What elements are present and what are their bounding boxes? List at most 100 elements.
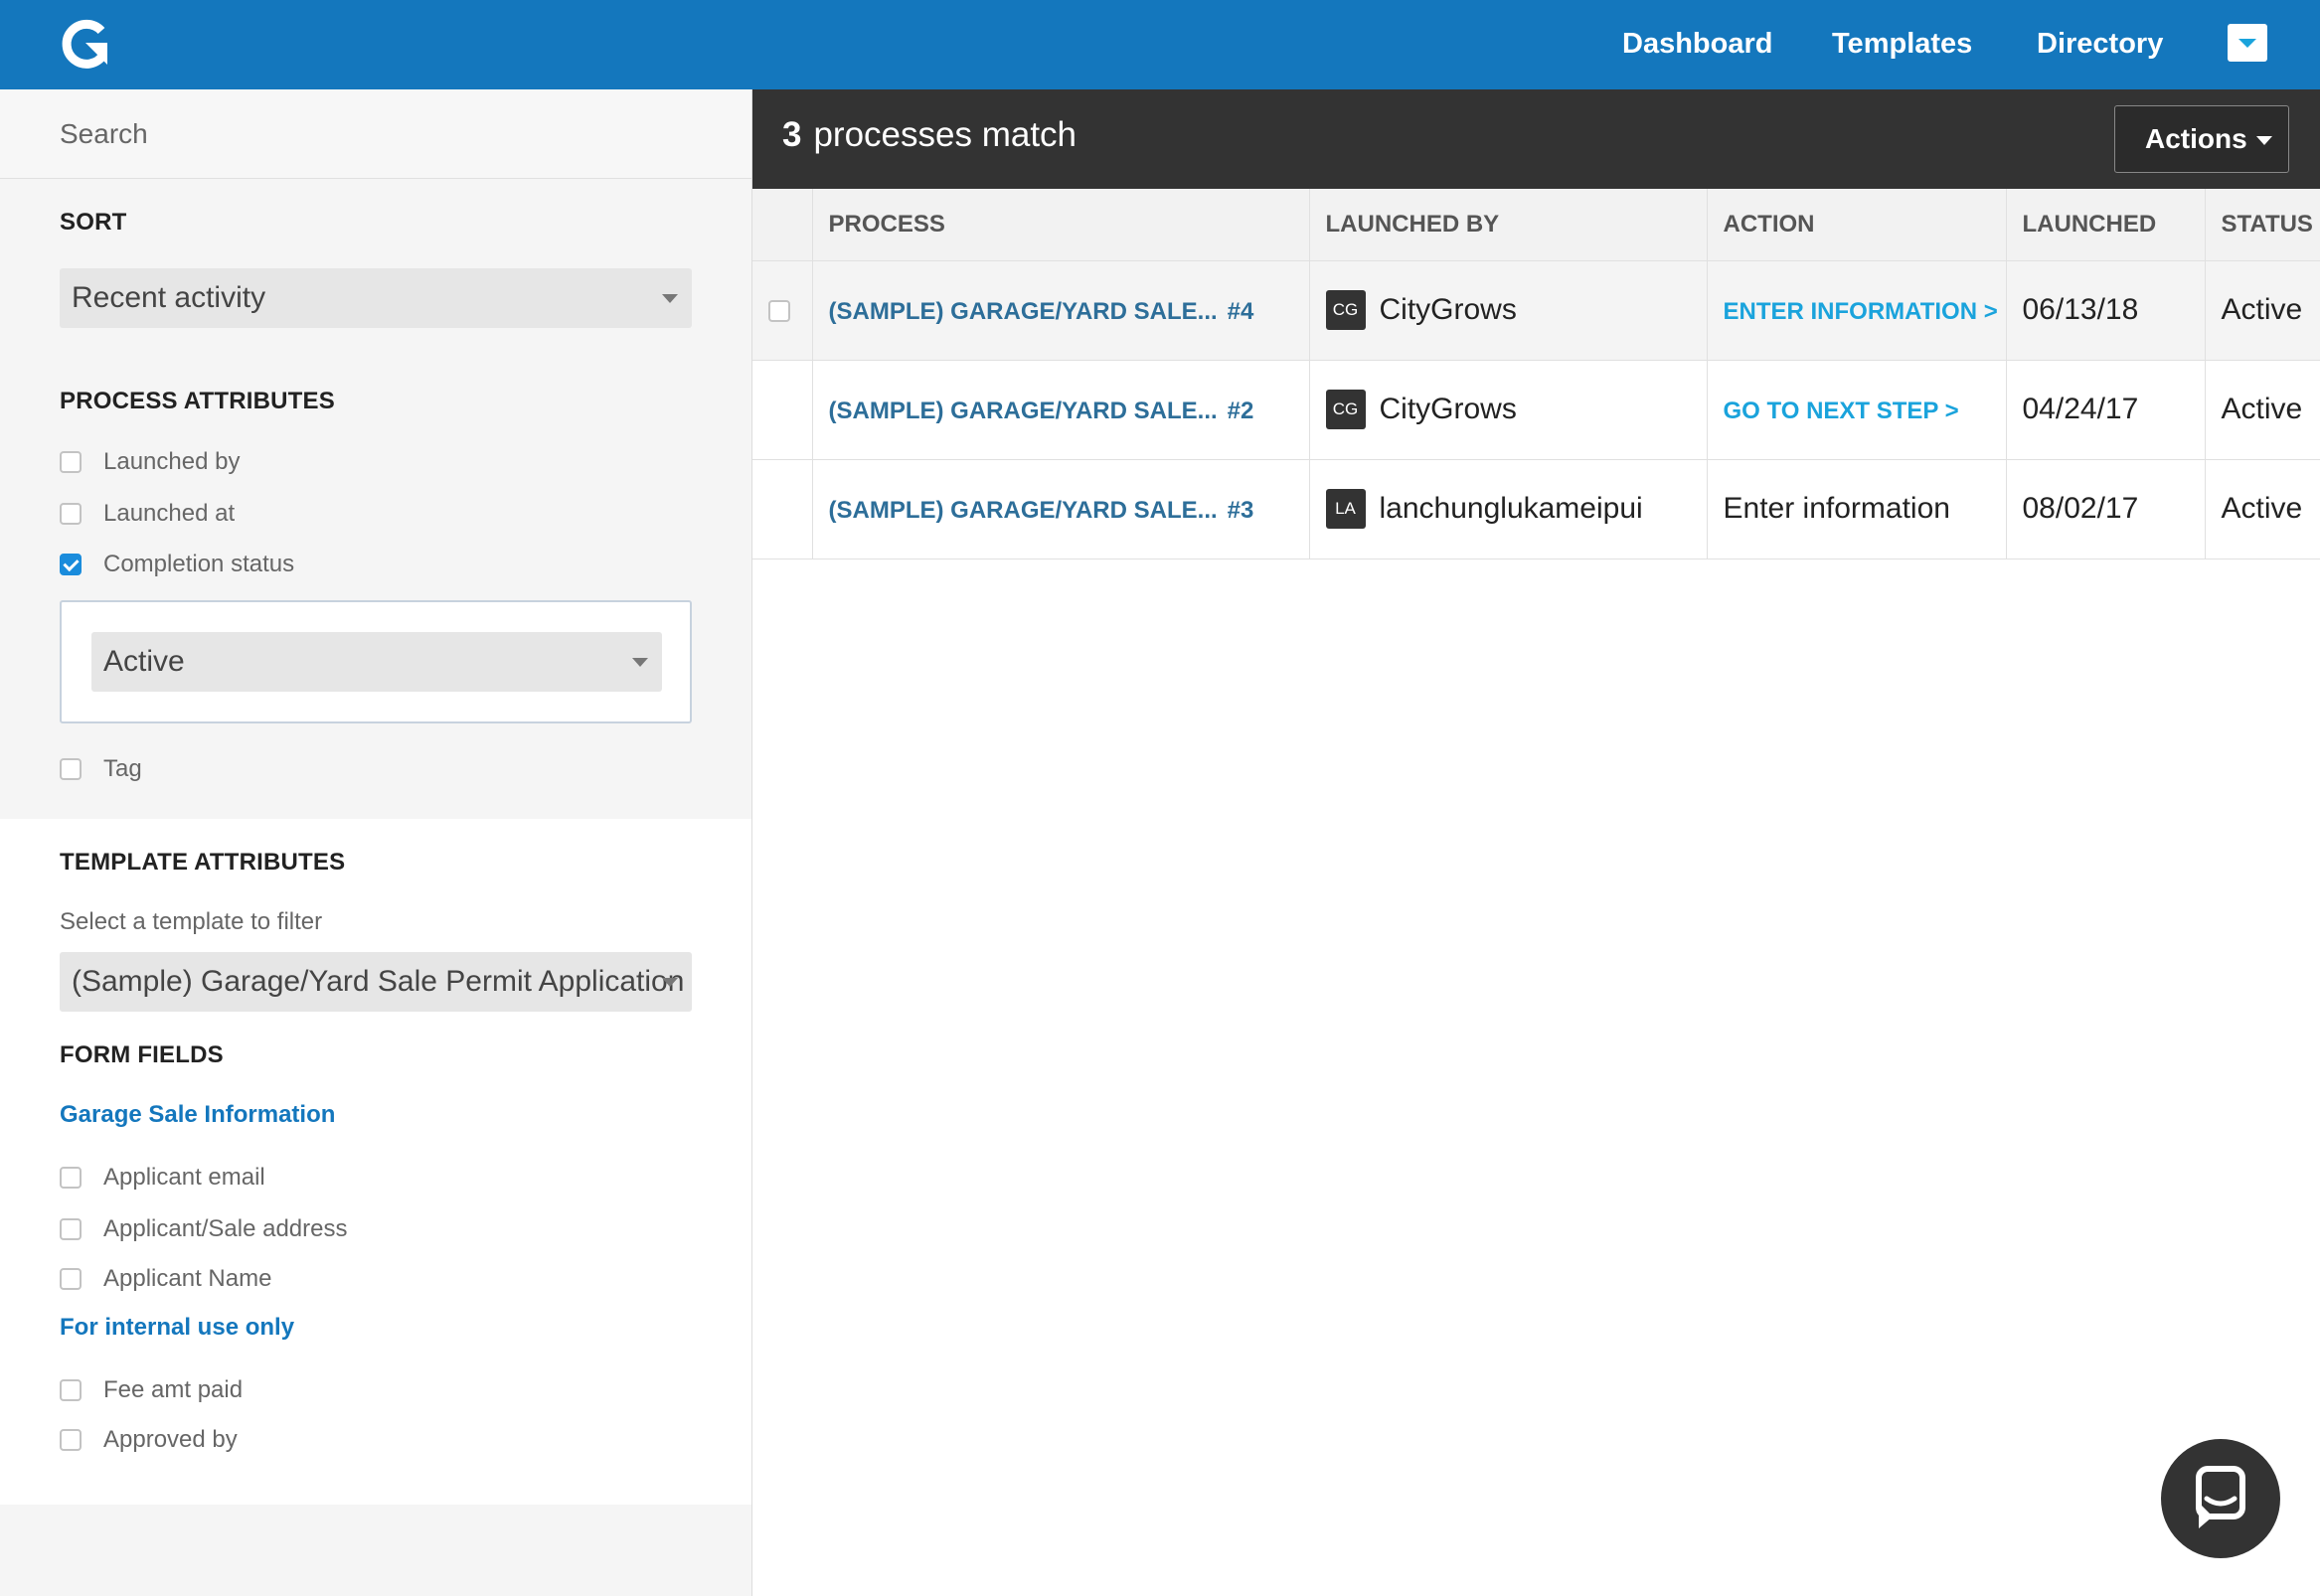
status-text: Active (2205, 360, 2320, 460)
launched-by-cell: CG CityGrows (1309, 360, 1708, 460)
field-approved-by[interactable]: Approved by (60, 1423, 238, 1457)
table-header-row: PROCESS LAUNCHED BY ACTION LAUNCHED STAT… (752, 189, 2320, 261)
field-applicant-address[interactable]: Applicant/Sale address (60, 1212, 347, 1246)
action-text[interactable]: Enter information (1724, 492, 1950, 525)
applicant-email-label: Applicant email (103, 1164, 265, 1191)
launched-by-label: Launched by (103, 448, 241, 475)
chevron-down-icon (662, 978, 678, 987)
match-suffix: processes match (813, 115, 1077, 154)
launched-at-checkbox[interactable] (60, 503, 82, 525)
action-link[interactable]: GO TO NEXT STEP > (1724, 398, 1959, 424)
chevron-down-icon (2256, 136, 2272, 145)
launched-by-column-header[interactable]: LAUNCHED BY (1309, 189, 1708, 261)
fee-amt-paid-checkbox[interactable] (60, 1379, 82, 1401)
status-select-value: Active (103, 645, 185, 678)
results-header: 3 processes match Actions (752, 89, 2320, 189)
garage-sale-information-group[interactable]: Garage Sale Information (60, 1101, 335, 1129)
field-fee-amt-paid[interactable]: Fee amt paid (60, 1373, 243, 1407)
process-column-header[interactable]: PROCESS (812, 189, 1310, 261)
field-applicant-name[interactable]: Applicant Name (60, 1262, 271, 1296)
launched-by-checkbox[interactable] (60, 451, 82, 473)
action-column-header[interactable]: ACTION (1707, 189, 2007, 261)
process-link[interactable]: (SAMPLE) GARAGE/YARD SALE... (829, 398, 1218, 424)
process-attributes-title: PROCESS ATTRIBUTES (60, 388, 335, 414)
field-applicant-email[interactable]: Applicant email (60, 1161, 265, 1195)
launched-date: 04/24/17 (2006, 360, 2206, 460)
filter-sidebar: SORT Recent activity PROCESS ATTRIBUTES … (0, 89, 752, 1596)
process-number[interactable]: #2 (1228, 398, 1254, 424)
approved-by-checkbox[interactable] (60, 1429, 82, 1451)
search-input[interactable] (60, 111, 696, 157)
applicant-email-checkbox[interactable] (60, 1167, 82, 1189)
row-select-cell (752, 459, 813, 559)
applicant-address-checkbox[interactable] (60, 1218, 82, 1240)
process-link[interactable]: (SAMPLE) GARAGE/YARD SALE... (829, 497, 1218, 524)
status-text: Active (2205, 459, 2320, 559)
match-count-text: 3 processes match (782, 115, 1077, 155)
chevron-down-icon (632, 658, 648, 667)
launched-at-label: Launched at (103, 500, 236, 527)
sort-title: SORT (60, 209, 127, 236)
table-row[interactable]: (SAMPLE) GARAGE/YARD SALE... #2 CG CityGro… (752, 360, 2320, 460)
tag-label: Tag (103, 755, 142, 782)
action-cell: Enter information (1707, 459, 2007, 559)
search-bar (0, 89, 751, 179)
template-select-value: (Sample) Garage/Yard Sale Permit Applica… (72, 965, 685, 998)
process-link[interactable]: (SAMPLE) GARAGE/YARD SALE... (829, 298, 1218, 325)
table-row[interactable]: (SAMPLE) GARAGE/YARD SALE... #3 LA lanchun… (752, 459, 2320, 559)
applicant-name-label: Applicant Name (103, 1265, 272, 1292)
chevron-down-icon (2238, 39, 2256, 48)
actions-label: Actions (2145, 123, 2247, 154)
process-number[interactable]: #4 (1228, 298, 1254, 325)
process-table: PROCESS LAUNCHED BY ACTION LAUNCHED STAT… (752, 189, 2320, 559)
row-select-cell (752, 360, 813, 460)
row-checkbox[interactable] (768, 300, 790, 323)
status-column-header[interactable]: STATUS (2205, 189, 2320, 261)
status-text: Active (2205, 260, 2320, 361)
internal-use-group[interactable]: For internal use only (60, 1314, 294, 1342)
avatar: CG (1325, 290, 1366, 330)
filter-tag[interactable]: Tag (60, 752, 142, 786)
sort-select-value: Recent activity (72, 281, 266, 314)
user-menu-dropdown[interactable] (2228, 24, 2267, 62)
process-cell: (SAMPLE) GARAGE/YARD SALE... #2 (812, 360, 1310, 460)
avatar: CG (1325, 390, 1366, 429)
launched-by-cell: CG CityGrows (1309, 260, 1708, 361)
applicant-name-checkbox[interactable] (60, 1268, 82, 1290)
top-navbar: Dashboard Templates Directory (0, 0, 2320, 89)
process-number[interactable]: #3 (1228, 497, 1254, 524)
completion-status-checkbox[interactable] (60, 554, 82, 575)
applicant-address-label: Applicant/Sale address (103, 1215, 348, 1242)
avatar: LA (1325, 489, 1366, 529)
template-select[interactable]: (Sample) Garage/Yard Sale Permit Applica… (60, 952, 692, 1012)
fee-amt-paid-label: Fee amt paid (103, 1376, 244, 1403)
template-attributes-title: TEMPLATE ATTRIBUTES (60, 849, 346, 876)
action-cell: GO TO NEXT STEP > (1707, 360, 2007, 460)
nav-dashboard-link[interactable]: Dashboard (1622, 24, 1772, 64)
tag-checkbox[interactable] (60, 758, 82, 780)
sort-select[interactable]: Recent activity (60, 268, 692, 328)
user-name: CityGrows (1379, 393, 1517, 425)
circular-arrow-logo-icon[interactable] (58, 17, 113, 73)
table-row[interactable]: (SAMPLE) GARAGE/YARD SALE... #4 CG CityGro… (752, 260, 2320, 361)
action-cell: ENTER INFORMATION > (1707, 260, 2007, 361)
approved-by-label: Approved by (103, 1426, 238, 1453)
action-link[interactable]: ENTER INFORMATION > (1724, 298, 1998, 325)
filter-launched-by[interactable]: Launched by (60, 445, 240, 479)
select-column-header (752, 189, 813, 261)
actions-button[interactable]: Actions (2114, 105, 2289, 173)
launched-column-header[interactable]: LAUNCHED (2006, 189, 2206, 261)
nav-directory-link[interactable]: Directory (2037, 24, 2163, 64)
row-select-cell (752, 260, 813, 361)
completion-status-panel: Active (60, 600, 692, 723)
launched-by-cell: LA lanchunglukameipui (1309, 459, 1708, 559)
filter-completion-status[interactable]: Completion status (60, 548, 294, 581)
process-cell: (SAMPLE) GARAGE/YARD SALE... #4 (812, 260, 1310, 361)
nav-templates-link[interactable]: Templates (1832, 24, 1972, 64)
chat-launcher-button[interactable] (2161, 1439, 2280, 1558)
status-select[interactable]: Active (91, 632, 662, 692)
filter-launched-at[interactable]: Launched at (60, 497, 235, 531)
launched-date: 06/13/18 (2006, 260, 2206, 361)
match-count: 3 (782, 115, 802, 154)
launched-date: 08/02/17 (2006, 459, 2206, 559)
